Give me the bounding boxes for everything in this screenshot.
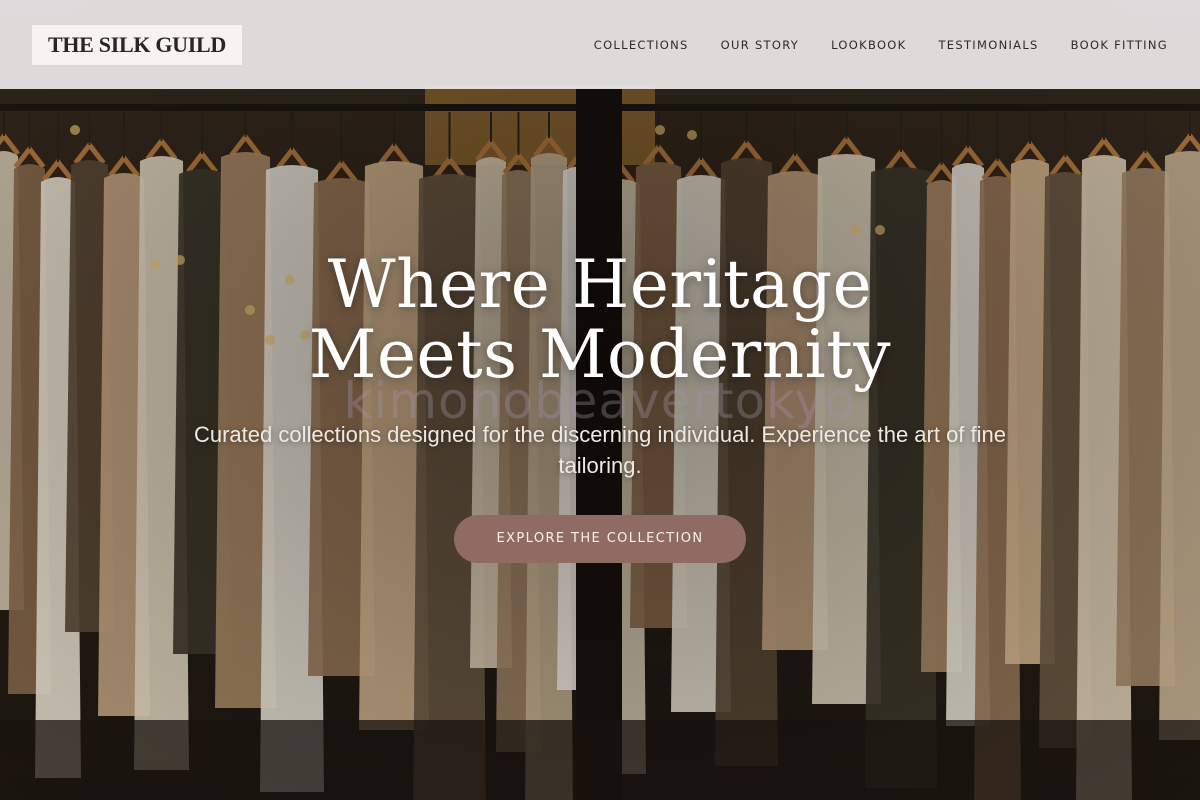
- nav-link-collections[interactable]: COLLECTIONS: [594, 38, 689, 52]
- site-header: THE SILK GUILD COLLECTIONS OUR STORY LOO…: [0, 0, 1200, 89]
- nav-link-testimonials[interactable]: TESTIMONIALS: [938, 38, 1038, 52]
- nav-link-lookbook[interactable]: LOOKBOOK: [831, 38, 906, 52]
- hero-title: Where Heritage Meets Modernity: [308, 246, 892, 393]
- nav-link-book-fitting[interactable]: BOOK FITTING: [1071, 38, 1168, 52]
- main-navigation: COLLECTIONS OUR STORY LOOKBOOK TESTIMONI…: [562, 38, 1168, 52]
- site-logo[interactable]: THE SILK GUILD: [32, 24, 242, 65]
- hero-subtitle: Curated collections designed for the dis…: [193, 422, 1007, 478]
- nav-link-our-story[interactable]: OUR STORY: [721, 38, 799, 52]
- hero-content: Where Heritage Meets Modernity Curated c…: [0, 250, 1200, 563]
- explore-collection-button[interactable]: EXPLORE THE COLLECTION: [454, 515, 746, 563]
